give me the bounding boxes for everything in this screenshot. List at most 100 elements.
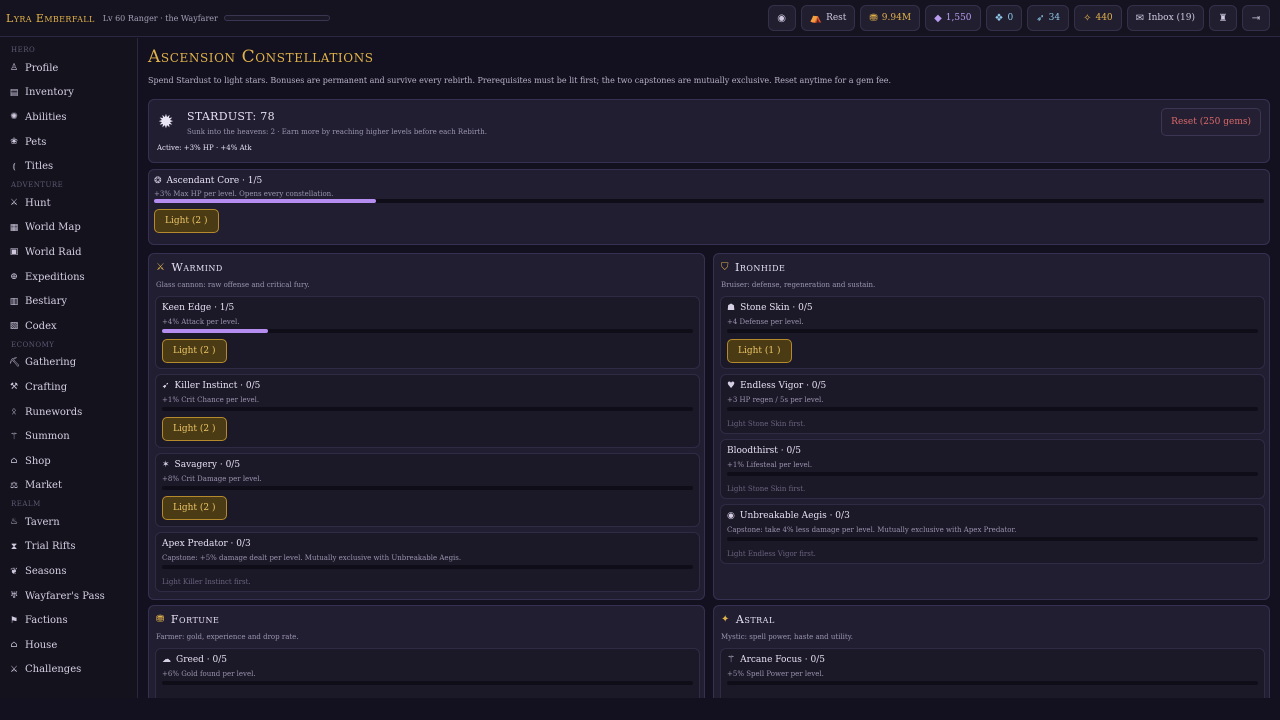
- sidebar-item-seasons[interactable]: ❦ Seasons: [0, 559, 137, 584]
- inbox-button[interactable]: ✉ Inbox (19): [1126, 5, 1204, 31]
- compass-icon: ⊕: [10, 272, 18, 283]
- sidebar-item-label: Trial Rifts: [25, 541, 76, 553]
- fortune-group: ⛃ Fortune Farmer: gold, experience and dr…: [148, 605, 705, 698]
- gem-value: 1,550: [945, 13, 972, 23]
- book-icon: ▥: [9, 296, 19, 307]
- stone-icon: ☗: [727, 303, 736, 313]
- castle-button[interactable]: ♜: [1209, 5, 1237, 31]
- node-progress-track: [162, 407, 693, 411]
- sidebar-item-abilities[interactable]: ✺ Abilities: [0, 105, 137, 130]
- node-light-button[interactable]: Light (2 ): [162, 417, 227, 441]
- sidebar-item-gathering[interactable]: ⛏ Gathering: [0, 351, 137, 376]
- mug-icon: ♨: [9, 517, 19, 528]
- sidebar-item-factions[interactable]: ⚑ Factions: [0, 608, 137, 633]
- node-progress-track: [727, 407, 1258, 411]
- rest-button[interactable]: ⛺ Rest: [800, 5, 856, 31]
- node-title: Keen Edge · 1/5: [162, 303, 235, 313]
- paw-icon: ❀: [10, 137, 18, 148]
- sidebar-item-profile[interactable]: ♙ Profile: [0, 56, 137, 81]
- sidebar-section-adventure: ADVENTURE: [11, 180, 64, 189]
- group-name: Warmind: [171, 261, 223, 274]
- node-desc: +4% Attack per level.: [162, 318, 240, 326]
- crystal-icon: ❖: [994, 12, 1004, 24]
- feather-counter[interactable]: ➶ 34: [1027, 5, 1070, 31]
- sidebar-item-titles[interactable]: ⦅ Titles: [0, 154, 137, 179]
- node-light-button[interactable]: Light (1 ): [727, 339, 792, 363]
- sidebar-item-summon[interactable]: ⚚ Summon: [0, 424, 137, 449]
- node-desc: Capstone: +5% damage dealt per level. Mu…: [162, 554, 462, 562]
- node-progress-track: [727, 472, 1258, 476]
- sidebar-item-label: Profile: [25, 62, 59, 74]
- sidebar-item-label: Gathering: [25, 357, 77, 369]
- stardust-card: ✹ STARDUST: 78 Sunk into the heavens: 2 …: [148, 99, 1270, 163]
- sidebar-item-bestiary[interactable]: ▥ Bestiary: [0, 289, 137, 314]
- sidebar-item-trial-rifts[interactable]: ⧗ Trial Rifts: [0, 535, 137, 560]
- node-progress-track: [162, 565, 693, 569]
- sidebar-item-pets[interactable]: ❀ Pets: [0, 130, 137, 155]
- sidebar-item-inventory[interactable]: ▤ Inventory: [0, 81, 137, 106]
- heart-icon: ♥: [727, 381, 736, 391]
- group-desc: Glass cannon: raw offense and critical f…: [156, 281, 310, 289]
- node-title: Unbreakable Aegis · 0/3: [739, 511, 850, 521]
- node-title: Endless Vigor · 0/5: [740, 381, 827, 391]
- sidebar-item-tavern[interactable]: ♨ Tavern: [0, 510, 137, 535]
- stardust-icon: ✧: [1083, 12, 1092, 24]
- crossed-swords-icon: ⚔: [156, 262, 166, 273]
- node-light-button[interactable]: Light (2 ): [162, 496, 227, 520]
- node-desc: +6% Gold found per level.: [162, 670, 256, 678]
- rest-label: Rest: [826, 13, 847, 23]
- sidebar-item-hunt[interactable]: ⚔ Hunt: [0, 191, 137, 216]
- gold-counter[interactable]: ⛃ 9.94M: [860, 5, 921, 31]
- stardust-counter[interactable]: ✧ 440: [1074, 5, 1122, 31]
- reset-button[interactable]: Reset (250 gems): [1161, 108, 1261, 136]
- ironhide-group: ⛉ Ironhide Bruiser: defense, regeneration…: [713, 253, 1270, 600]
- sidebar-item-world-map[interactable]: ▦ World Map: [0, 216, 137, 241]
- node-light-button[interactable]: Light (2 ): [162, 339, 227, 363]
- stardust-title: STARDUST: 78: [187, 110, 275, 123]
- node-locked-note: Light Killer Instinct first.: [162, 578, 251, 586]
- sidebar-item-wayfarers-pass[interactable]: ♅ Wayfarer's Pass: [0, 584, 137, 609]
- logout-button[interactable]: ⇥: [1242, 5, 1270, 31]
- sidebar-item-challenges[interactable]: ⚔ Challenges: [0, 658, 137, 683]
- node-desc: Capstone: take 4% less damage per level.…: [727, 526, 1017, 534]
- node-locked-note: Light Stone Skin first.: [727, 420, 806, 428]
- sidebar-item-world-raid[interactable]: ▣ World Raid: [0, 240, 137, 265]
- gem-counter[interactable]: ◆ 1,550: [925, 5, 981, 31]
- target-icon: ➹: [162, 381, 170, 391]
- backpack-icon: ▤: [9, 87, 19, 98]
- sidebar-item-market[interactable]: ⚖ Market: [0, 474, 137, 499]
- core-desc: +3% Max HP per level. Opens every conste…: [154, 190, 334, 198]
- core-progress-fill: [154, 199, 376, 203]
- node-progress-track: [727, 329, 1258, 333]
- ascendant-core-card: ❂ Ascendant Core · 1/5 +3% Max HP per lev…: [148, 169, 1270, 245]
- sidebar-item-label: Codex: [25, 320, 57, 332]
- astral-group: ✦ Astral Mystic: spell power, haste and u…: [713, 605, 1270, 698]
- wand-icon: ⚚: [727, 655, 736, 665]
- raid-icon: ▣: [9, 247, 19, 258]
- aegis-icon: ◉: [727, 511, 735, 521]
- sidebar-item-house[interactable]: ⌂ House: [0, 633, 137, 658]
- group-desc: Farmer: gold, experience and drop rate.: [156, 633, 299, 641]
- essence-counter[interactable]: ❖ 0: [985, 5, 1023, 31]
- sidebar-item-codex[interactable]: ▧ Codex: [0, 314, 137, 339]
- sidebar-section-economy: ECONOMY: [11, 340, 55, 349]
- node-title: Killer Instinct · 0/5: [174, 381, 261, 391]
- xp-bar: [223, 15, 330, 21]
- sidebar-item-expeditions[interactable]: ⊕ Expeditions: [0, 265, 137, 290]
- sidebar-item-label: Titles: [25, 161, 54, 173]
- node-title: Bloodthirst · 0/5: [727, 446, 801, 456]
- realm-button[interactable]: ◉: [767, 5, 796, 31]
- node-unbreakable-aegis: ◉ Unbreakable Aegis · 0/3 Capstone: take …: [720, 504, 1265, 564]
- sparkle-icon: ✺: [10, 112, 18, 123]
- sidebar-item-runewords[interactable]: ᛟ Runewords: [0, 400, 137, 425]
- sidebar-item-shop[interactable]: ⌂ Shop: [0, 449, 137, 474]
- coin-purse-icon: ☁: [162, 655, 171, 665]
- shop-icon: ⌂: [10, 456, 18, 467]
- group-desc: Bruiser: defense, regeneration and susta…: [721, 281, 876, 289]
- sidebar-section-hero: HERO: [11, 46, 36, 54]
- node-locked-note: Light Stone Skin first.: [727, 485, 806, 493]
- core-light-button[interactable]: Light (2 ): [154, 209, 219, 233]
- node-stone-skin: ☗ Stone Skin · 0/5 +4 Defense per level. …: [720, 296, 1265, 369]
- node-progress-track: [727, 537, 1258, 541]
- sidebar-item-crafting[interactable]: ⚒ Crafting: [0, 375, 137, 400]
